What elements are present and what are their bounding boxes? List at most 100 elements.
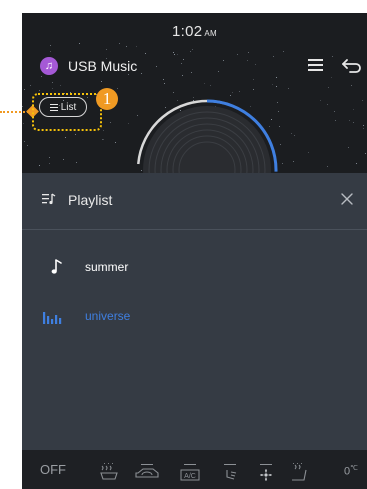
star-dot (39, 90, 40, 91)
playlist-icon (42, 193, 56, 205)
star-dot (128, 123, 129, 124)
star-dot (60, 85, 61, 86)
star-dot (63, 159, 64, 160)
star-dot (39, 165, 40, 166)
seat-heat-button[interactable]: ··· (286, 456, 312, 484)
song-name: universe (85, 309, 131, 323)
star-dot (52, 82, 53, 83)
star-dot (283, 51, 284, 52)
clock-ampm: AM (204, 29, 217, 38)
star-dot (165, 107, 166, 108)
ac-button[interactable]: A/C (178, 456, 202, 484)
climate-bar: OFF ··· A/C ··· 0℃ (22, 450, 367, 489)
star-dot (356, 163, 357, 164)
star-dot (27, 145, 28, 146)
star-dot (52, 88, 53, 89)
star-dot (282, 163, 283, 164)
star-dot (173, 92, 174, 93)
playlist-panel: Playlist summer universe (22, 173, 367, 450)
airflow-feet-icon (226, 470, 237, 480)
star-dot (327, 104, 328, 105)
star-dot (279, 126, 280, 127)
clock-time: 1:02 (171, 23, 203, 40)
callout-highlight-box (32, 93, 102, 131)
star-dot (293, 161, 294, 162)
star-dot (210, 85, 211, 86)
star-dot (136, 46, 137, 47)
star-dot (280, 144, 281, 145)
star-dot (230, 95, 231, 96)
star-dot (192, 49, 193, 50)
star-dot (328, 87, 329, 88)
star-dot (79, 43, 80, 44)
star-dot (349, 120, 350, 121)
fan-speed-button[interactable] (254, 456, 278, 484)
star-dot (278, 111, 279, 112)
star-dot (334, 111, 335, 112)
app-title: USB Music (68, 58, 138, 74)
rear-seat-heat-button[interactable]: ··· (98, 456, 122, 484)
star-dot (239, 91, 240, 92)
star-dot (276, 86, 277, 87)
star-dot (126, 46, 127, 47)
hamburger-icon[interactable] (308, 59, 323, 72)
star-dot (365, 153, 366, 154)
star-dot (137, 115, 138, 116)
star-dot (117, 88, 118, 89)
star-dot (291, 133, 292, 134)
close-icon[interactable] (340, 192, 354, 206)
star-dot (277, 102, 278, 103)
star-dot (353, 109, 354, 110)
temperature-readout: 0℃ (344, 464, 358, 478)
playlist-item-summer[interactable]: summer (22, 252, 367, 282)
star-dot (193, 97, 194, 98)
return-arrow-icon[interactable] (342, 57, 362, 75)
playlist-header: Playlist (22, 173, 367, 230)
star-dot (119, 43, 120, 44)
star-dot (50, 51, 51, 52)
star-dot (327, 166, 328, 167)
star-dot (65, 137, 66, 138)
music-note-icon (51, 259, 62, 274)
star-dot (250, 106, 251, 107)
star-dot (103, 139, 104, 140)
equalizer-icon (43, 312, 62, 324)
star-dot (253, 89, 254, 90)
climate-off-button[interactable]: OFF (40, 462, 66, 477)
star-dot (269, 126, 270, 127)
head-unit-screen: 1:02 AM ♫ USB Music List Playlist summer… (22, 13, 367, 489)
star-dot (102, 139, 103, 140)
temperature-unit: ℃ (350, 465, 358, 472)
ac-icon: A/C (180, 469, 200, 481)
star-dot (164, 83, 165, 84)
star-dot (23, 123, 24, 124)
star-dot (24, 89, 25, 90)
playlist-item-universe[interactable]: universe (22, 301, 367, 331)
star-dot (49, 163, 50, 164)
star-dot (204, 83, 205, 84)
airflow-mode-button[interactable] (218, 456, 242, 484)
star-dot (30, 85, 31, 86)
star-dot (106, 49, 107, 50)
star-dot (190, 51, 191, 52)
star-dot (272, 84, 273, 85)
callout-number-badge: 1 (96, 88, 118, 110)
star-dot (353, 122, 354, 123)
star-dot (351, 85, 352, 86)
air-recirculation-button[interactable] (132, 456, 162, 484)
clock: 1:02 AM (22, 23, 367, 40)
star-dot (308, 152, 309, 153)
song-name: summer (85, 260, 129, 274)
star-dot (177, 100, 178, 101)
star-dot (348, 147, 349, 148)
star-dot (363, 125, 364, 126)
star-dot (320, 100, 321, 101)
star-dot (24, 141, 25, 142)
star-dot (232, 92, 233, 93)
star-dot (294, 135, 295, 136)
star-dot (49, 157, 50, 158)
status-bar: 1:02 AM (22, 13, 367, 43)
fan-icon (260, 469, 272, 481)
star-dot (115, 142, 116, 143)
star-dot (22, 106, 23, 107)
